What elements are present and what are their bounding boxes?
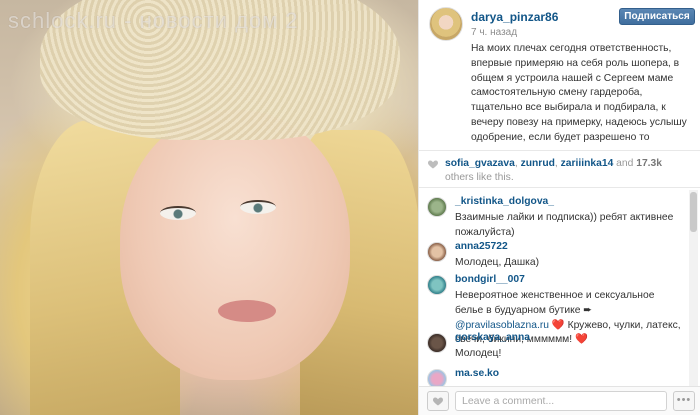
commenter-avatar[interactable] [427, 369, 447, 386]
follow-button[interactable]: Подписаться [619, 8, 695, 25]
scrollbar-thumb[interactable] [690, 192, 697, 232]
comment-item: gorskaya_anna Молодец! [419, 330, 700, 362]
photo-face [120, 110, 350, 380]
post-sidebar: darya_pinzar86 7 ч. назад Подписаться На… [418, 0, 700, 415]
comment-input[interactable] [455, 391, 667, 411]
likes-count[interactable]: 17.3k [636, 158, 662, 169]
commenter-avatar[interactable] [427, 275, 447, 295]
comment-mention-link[interactable]: @pravilasoblazna.ru [455, 320, 549, 331]
author-username[interactable]: darya_pinzar86 [471, 10, 558, 24]
comment-footer: ••• [419, 386, 700, 415]
likes-row: sofia_gvazava, zunrud, zariiinka14 and 1… [419, 150, 700, 188]
photo-eye-right [240, 200, 276, 214]
more-options-button[interactable]: ••• [673, 391, 695, 411]
post-caption: На моих плечах сегодня ответственность, … [471, 43, 687, 143]
like-button[interactable] [427, 391, 449, 411]
watermark: schlock.ru - новости дом 2 [8, 8, 299, 33]
post-photo: schlock.ru - новости дом 2 [0, 0, 418, 415]
liker-link[interactable]: zunrud [521, 158, 555, 169]
heart-icon [427, 160, 439, 169]
commenter-avatar[interactable] [427, 242, 447, 262]
comment-item: bondgirl__007 Невероятное женственное и … [419, 272, 700, 345]
likes-suffix: others like this. [445, 172, 514, 183]
comments-scrollbar[interactable] [689, 190, 698, 386]
commenter-username[interactable]: ma.se.ko [455, 368, 499, 379]
commenter-username[interactable]: bondgirl__007 [455, 274, 525, 285]
post-timestamp[interactable]: 7 ч. назад [471, 27, 517, 38]
likes-summary: sofia_gvazava, zunrud, zariiinka14 and 1… [445, 157, 691, 185]
commenter-username[interactable]: _kristinka_dolgova_ [455, 196, 554, 207]
photo-eye-left [160, 206, 196, 220]
liker-link[interactable]: sofia_gvazava [445, 158, 515, 169]
comment-text: Молодец, Дашка) [455, 257, 540, 268]
comment-text: Молодец! [455, 348, 502, 359]
post-header: darya_pinzar86 7 ч. назад Подписаться На… [419, 0, 700, 148]
heart-icon [432, 397, 444, 406]
author-avatar[interactable] [429, 7, 463, 41]
commenter-username[interactable]: anna25722 [455, 241, 508, 252]
commenter-avatar[interactable] [427, 333, 447, 353]
comment-item: ma.se.ko [419, 366, 700, 386]
comment-text: Взаимные лайки и подписка)) ребят активн… [455, 212, 674, 238]
photo-lips [218, 300, 276, 322]
comment-item: anna25722 Молодец, Дашка) [419, 239, 700, 271]
likes-and: and [613, 158, 637, 169]
liker-link[interactable]: zariiinka14 [561, 158, 614, 169]
commenter-avatar[interactable] [427, 197, 447, 217]
commenter-username[interactable]: gorskaya_anna [455, 332, 530, 343]
comment-item: _kristinka_dolgova_ Взаимные лайки и под… [419, 194, 700, 238]
comments-list: _kristinka_dolgova_ Взаимные лайки и под… [419, 190, 700, 386]
comment-text-part: Невероятное женственное и сексуальное бе… [455, 290, 655, 316]
